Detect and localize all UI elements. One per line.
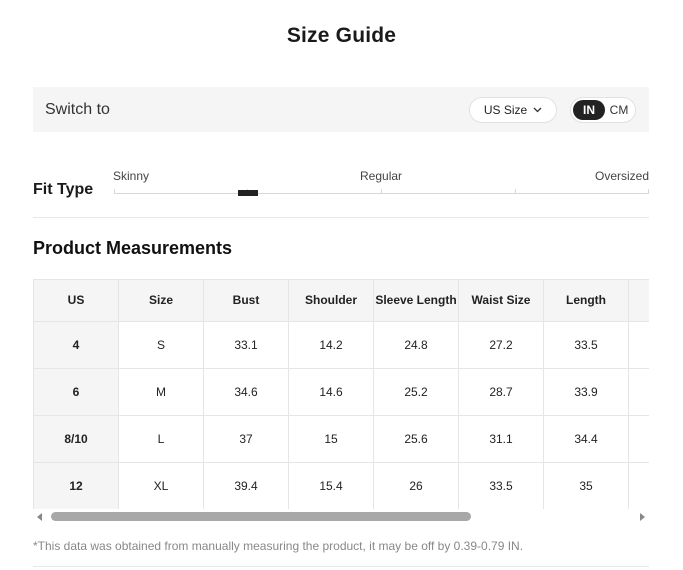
table-cell: 14.2 <box>288 321 374 369</box>
table-cell: 28.7 <box>458 368 544 416</box>
table-cell: 15 <box>288 415 374 463</box>
size-system-dropdown[interactable]: US Size <box>469 97 557 123</box>
table-header-row: US Size Bust Shoulder Sleeve Length Wais… <box>33 279 649 322</box>
table-cell <box>628 368 649 416</box>
table-row: 6 M 34.6 14.6 25.2 28.7 33.9 <box>33 368 649 416</box>
switch-label: Switch to <box>45 101 110 118</box>
column-header: Length <box>543 279 629 322</box>
table-cell: 35 <box>543 462 629 509</box>
scrollbar-thumb[interactable] <box>51 512 471 521</box>
page-title: Size Guide <box>286 24 397 47</box>
fit-scale-tick <box>381 189 382 194</box>
table-cell: 34.6 <box>203 368 289 416</box>
fit-scale-tick <box>114 189 115 194</box>
table-cell: 33.9 <box>543 368 629 416</box>
table-row: 12 XL 39.4 15.4 26 33.5 35 <box>33 462 649 509</box>
table-row: 4 S 33.1 14.2 24.8 27.2 33.5 <box>33 321 649 369</box>
table-cell: S <box>118 321 204 369</box>
measurements-table: US Size Bust Shoulder Sleeve Length Wais… <box>33 279 649 509</box>
table-cell: 33.1 <box>203 321 289 369</box>
section-divider <box>33 217 649 218</box>
column-header: Sleeve Length <box>373 279 459 322</box>
table-cell: 31.1 <box>458 415 544 463</box>
measurement-disclaimer: *This data was obtained from manually me… <box>33 539 524 553</box>
product-measurements-title: Product Measurements <box>33 238 233 258</box>
table-cell <box>628 321 649 369</box>
table-cell: 14.6 <box>288 368 374 416</box>
table-cell <box>628 462 649 509</box>
table-cell: 34.4 <box>543 415 629 463</box>
table-cell: M <box>118 368 204 416</box>
section-divider <box>33 566 649 567</box>
chevron-down-icon <box>533 107 542 113</box>
table-cell: 33.5 <box>543 321 629 369</box>
fit-scale-regular: Regular <box>360 169 403 183</box>
fit-scale-tick <box>648 189 649 194</box>
scroll-left-arrow-icon[interactable] <box>37 513 42 521</box>
table-cell: 25.6 <box>373 415 459 463</box>
table-cell: 26 <box>373 462 459 509</box>
column-header: H <box>628 279 649 322</box>
column-header: Waist Size <box>458 279 544 322</box>
fit-scale-tick <box>515 189 516 194</box>
measurements-table-scroll[interactable]: US Size Bust Shoulder Sleeve Length Wais… <box>33 279 649 509</box>
fit-type-marker <box>237 190 258 196</box>
unit-in-button[interactable]: IN <box>573 100 605 120</box>
unit-toggle: IN CM <box>570 97 636 123</box>
table-cell: L <box>118 415 204 463</box>
table-cell <box>628 415 649 463</box>
scroll-right-arrow-icon[interactable] <box>640 513 645 521</box>
column-header: US <box>33 279 119 322</box>
table-cell: 15.4 <box>288 462 374 509</box>
table-row: 8/10 L 37 15 25.6 31.1 34.4 <box>33 415 649 463</box>
table-cell: 4 <box>33 321 119 369</box>
unit-cm-button[interactable]: CM <box>605 100 633 120</box>
size-system-value: US Size <box>483 103 528 117</box>
table-cell: 37 <box>203 415 289 463</box>
column-header: Shoulder <box>288 279 374 322</box>
fit-scale-skinny: Skinny <box>113 169 150 183</box>
column-header: Bust <box>203 279 289 322</box>
table-cell: 12 <box>33 462 119 509</box>
table-cell: 27.2 <box>458 321 544 369</box>
table-cell: 8/10 <box>33 415 119 463</box>
table-cell: 39.4 <box>203 462 289 509</box>
fit-type-label: Fit Type <box>33 181 94 198</box>
column-header: Size <box>118 279 204 322</box>
table-cell: 25.2 <box>373 368 459 416</box>
switch-bar: Switch to US Size IN CM <box>33 87 649 132</box>
horizontal-scrollbar[interactable] <box>33 509 649 523</box>
table-cell: 33.5 <box>458 462 544 509</box>
table-cell: XL <box>118 462 204 509</box>
fit-scale-oversized: Oversized <box>595 169 650 183</box>
table-cell: 6 <box>33 368 119 416</box>
table-cell: 24.8 <box>373 321 459 369</box>
